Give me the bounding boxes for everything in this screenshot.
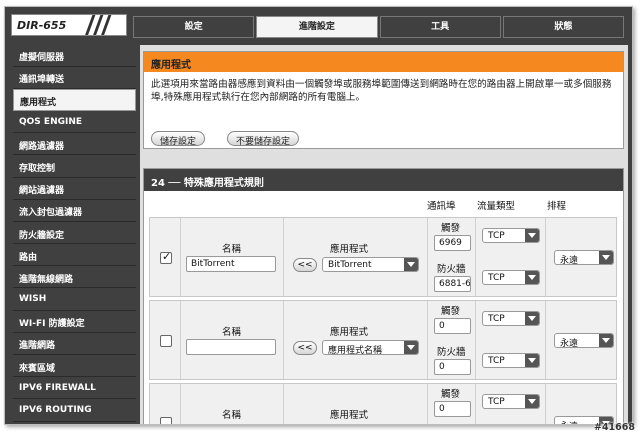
column-header-port: 通訊埠 xyxy=(427,201,456,212)
copy-to-name-button[interactable]: << xyxy=(293,341,317,355)
sidebar-item-guest-zone[interactable]: 來賓區域 xyxy=(13,355,136,378)
chevron-down-icon xyxy=(525,395,539,408)
sidebar-item-ipv6-routing[interactable]: IPV6 ROUTING xyxy=(13,400,136,422)
column-header-schedule: 排程 xyxy=(547,201,567,212)
trigger-traffic-type-value: TCP xyxy=(488,314,505,324)
rule-name-input[interactable] xyxy=(186,339,276,355)
rule-enable-checkbox[interactable]: ✓ xyxy=(160,250,172,264)
rule-enable-checkbox[interactable] xyxy=(160,335,172,347)
chevron-down-icon xyxy=(599,251,613,264)
application-select[interactable]: 應用程式名稱 xyxy=(322,340,419,355)
firewall-traffic-type-value: TCP xyxy=(488,356,505,366)
application-label: 應用程式 xyxy=(330,244,369,255)
copy-to-name-button[interactable]: << xyxy=(293,258,317,272)
rule-enable-checkbox[interactable] xyxy=(160,417,172,424)
name-label: 名稱 xyxy=(222,244,242,255)
trigger-port-input[interactable]: 0 xyxy=(434,318,471,334)
rule-name-input[interactable]: BitTorrent xyxy=(186,256,276,272)
sidebar: 虛擬伺服器 通訊埠轉送 應用程式 QOS ENGINE 網路過濾器 存取控制 網… xyxy=(13,45,136,424)
firewall-port-input[interactable]: 6881-6 xyxy=(434,276,471,292)
sidebar-item-ipv6-firewall[interactable]: IPV6 FIREWALL xyxy=(13,377,136,400)
application-label: 應用程式 xyxy=(330,327,369,338)
trigger-port-input[interactable]: 6969 xyxy=(434,235,471,251)
save-settings-button[interactable]: 儲存設定 xyxy=(151,131,206,147)
brand-logo-text: DIR-655 xyxy=(17,19,67,32)
application-select-value: BitTorrent xyxy=(328,260,372,270)
sidebar-item-application-rules[interactable]: 應用程式 xyxy=(13,89,136,111)
application-select[interactable]: BitTorrent xyxy=(322,257,419,272)
sidebar-item-wish[interactable]: WISH xyxy=(13,289,136,311)
firewall-traffic-type-value: TCP xyxy=(488,273,505,283)
sidebar-item-access-control[interactable]: 存取控制 xyxy=(13,155,136,178)
dont-save-settings-button[interactable]: 不要儲存設定 xyxy=(227,131,300,147)
schedule-value: 永遠 xyxy=(560,422,578,424)
trigger-traffic-type-select[interactable]: TCP xyxy=(482,311,540,326)
sidebar-item-advanced-network[interactable]: 進階網路 xyxy=(13,333,136,356)
chevron-down-icon xyxy=(525,354,539,367)
section-description: 此選項用來當路由器感應到資料由一個觸發埠或服務埠範圍傳送到網路時在您的路由器上開… xyxy=(151,79,612,103)
sidebar-item-website-filter[interactable]: 網站過濾器 xyxy=(13,178,136,200)
column-header-traffic-type: 流量類型 xyxy=(477,201,516,212)
sidebar-item-firewall-settings[interactable]: 防火牆設定 xyxy=(13,222,136,245)
application-rules-card: 應用程式 此選項用來當路由器感應到資料由一個觸發埠或服務埠範圍傳送到網路時在您的… xyxy=(143,51,624,149)
chevron-down-icon xyxy=(525,229,539,242)
chevron-down-icon xyxy=(525,312,539,325)
firewall-traffic-type-select[interactable]: TCP xyxy=(482,353,540,368)
chevron-down-icon xyxy=(525,271,539,284)
trigger-traffic-type-value: TCP xyxy=(488,397,505,407)
section-title: 應用程式 xyxy=(144,52,623,72)
trigger-port-input[interactable]: 0 xyxy=(434,401,471,417)
watermark-text: #41668 xyxy=(593,422,635,433)
schedule-value: 永遠 xyxy=(560,256,579,265)
trigger-traffic-type-value: TCP xyxy=(488,231,505,241)
main-tabs: 設定 進階設定 工具 狀態 xyxy=(133,16,626,38)
checkmark-icon: ✓ xyxy=(162,250,172,263)
trigger-traffic-type-select[interactable]: TCP xyxy=(482,228,540,243)
brand-logo: DIR-655 xyxy=(11,14,127,36)
rule-row-2: 名稱 應用程式 << 應用程式名稱 觸發 0 防火牆 0 TCP TCP 永遠 xyxy=(149,300,617,380)
sidebar-item-advanced-wireless[interactable]: 進階無線網路 xyxy=(13,266,136,289)
firewall-label: 防火牆 xyxy=(437,347,466,358)
trigger-traffic-type-select[interactable]: TCP xyxy=(482,394,540,409)
trigger-label: 觸發 xyxy=(441,389,461,400)
sidebar-item-port-forwarding[interactable]: 通訊埠轉送 xyxy=(13,67,136,89)
sidebar-item-wifi-protected-setup[interactable]: WI-FI 防護設定 xyxy=(13,311,136,333)
special-application-rules: 24 ── 特殊應用程式規則 通訊埠 流量類型 排程 ✓ 名稱 BitTorre… xyxy=(143,168,624,424)
firewall-label: 防火牆 xyxy=(437,264,466,275)
sidebar-item-routing[interactable]: 路由 xyxy=(13,244,136,267)
tab-status[interactable]: 狀態 xyxy=(502,16,624,38)
sidebar-item-inbound-filter[interactable]: 流入封包過濾器 xyxy=(13,200,136,222)
rule-row-1: ✓ 名稱 BitTorrent 應用程式 << BitTorrent 觸發 69… xyxy=(149,217,617,297)
name-label: 名稱 xyxy=(222,410,242,421)
chevron-down-icon xyxy=(404,258,418,271)
sidebar-item-qos-engine[interactable]: QOS ENGINE xyxy=(13,111,136,134)
schedule-value: 永遠 xyxy=(560,339,579,348)
tab-tools[interactable]: 工具 xyxy=(379,16,501,38)
name-label: 名稱 xyxy=(222,327,242,338)
firewall-port-input[interactable]: 0 xyxy=(434,359,471,375)
router-admin-frame: DIR-655 設定 進階設定 工具 狀態 虛擬伺服器 通訊埠轉送 應用程式 Q… xyxy=(4,6,633,425)
schedule-select[interactable]: 永遠 xyxy=(554,333,614,348)
firewall-traffic-type-select[interactable]: TCP xyxy=(482,270,540,285)
sidebar-item-network-filter[interactable]: 網路過濾器 xyxy=(13,133,136,156)
top-bar: DIR-655 設定 進階設定 工具 狀態 xyxy=(5,7,632,41)
application-select-value: 應用程式名稱 xyxy=(328,346,383,355)
chevron-down-icon xyxy=(599,334,613,347)
trigger-label: 觸發 xyxy=(441,223,461,234)
application-label: 應用程式 xyxy=(330,410,369,421)
rule-row-3: 名稱 應用程式 觸發 0 TCP 永遠 xyxy=(149,383,617,424)
schedule-select[interactable]: 永遠 xyxy=(554,250,614,265)
main-content: 應用程式 此選項用來當路由器感應到資料由一個觸發埠或服務埠範圍傳送到網路時在您的… xyxy=(140,45,628,424)
chevron-down-icon xyxy=(404,341,418,354)
trigger-label: 觸發 xyxy=(441,306,461,317)
rules-title: 24 ── 特殊應用程式規則 xyxy=(144,169,623,191)
tab-advanced[interactable]: 進階設定 xyxy=(256,16,378,38)
tab-setup[interactable]: 設定 xyxy=(133,16,255,38)
sidebar-item-virtual-server[interactable]: 虛擬伺服器 xyxy=(13,45,136,67)
